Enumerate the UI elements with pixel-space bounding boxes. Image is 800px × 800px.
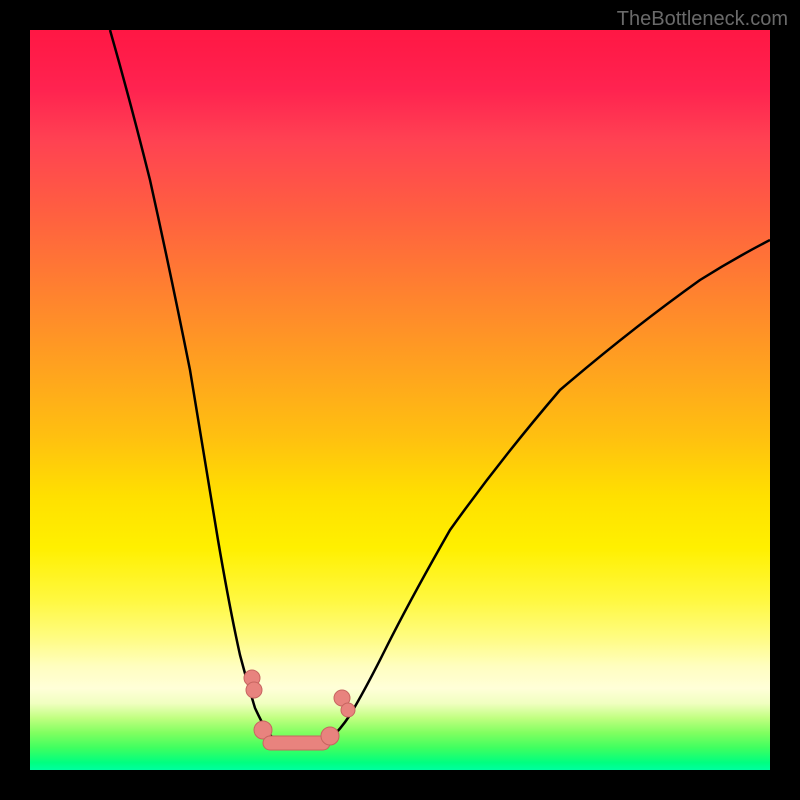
marker-left-2 [246, 682, 262, 698]
marker-right-2 [341, 703, 355, 717]
chart-container [30, 30, 770, 770]
right-curve [330, 240, 770, 739]
chart-svg [30, 30, 770, 770]
left-curve [110, 30, 275, 739]
bottom-right-cap [321, 727, 339, 745]
bottom-bar [263, 736, 330, 750]
watermark-text: TheBottleneck.com [617, 8, 788, 31]
